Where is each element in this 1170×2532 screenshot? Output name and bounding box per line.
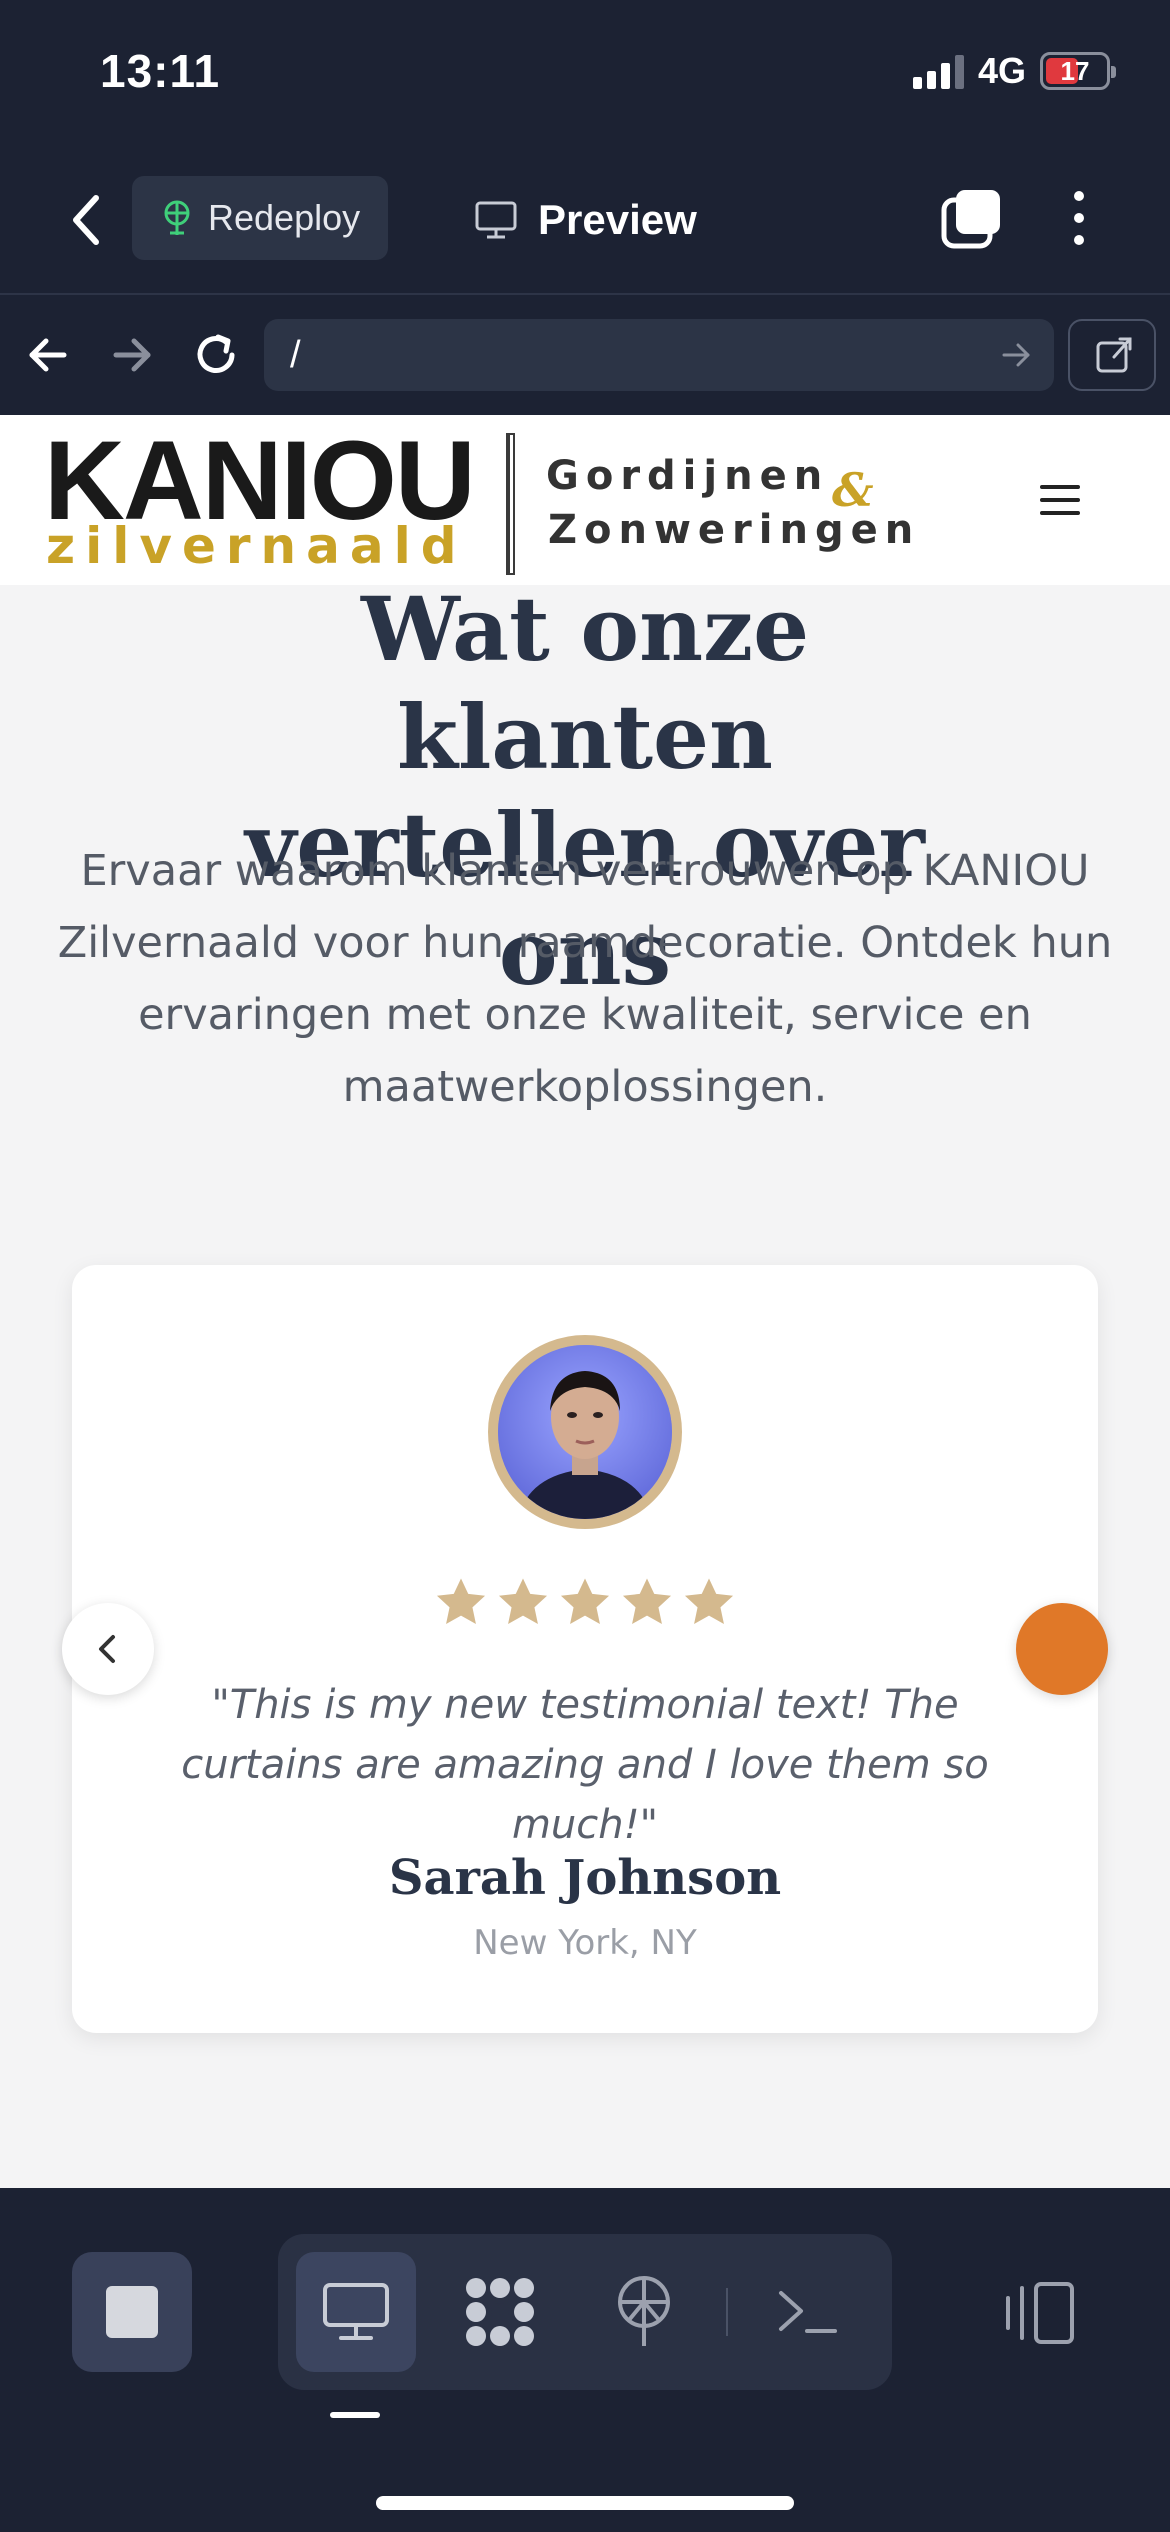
signal-icon (912, 53, 964, 89)
chevron-left-icon (99, 1635, 115, 1663)
star-icon (498, 1578, 548, 1624)
logo-sub-text: zilvernaald (46, 517, 467, 575)
status-time: 13:11 (100, 45, 221, 97)
star-icon (684, 1578, 734, 1624)
url-text: / (290, 333, 301, 376)
stop-button[interactable] (72, 2252, 192, 2372)
open-external-button[interactable] (1068, 319, 1156, 391)
apps-grid-icon (466, 2278, 534, 2346)
stop-icon (106, 2286, 158, 2338)
testimonial-quote: "This is my new testimonial text! The cu… (181, 1682, 989, 1848)
more-options-icon[interactable] (1064, 186, 1094, 250)
home-indicator[interactable] (376, 2496, 794, 2510)
desktop-tool-button[interactable] (296, 2252, 416, 2372)
monitor-icon (475, 201, 517, 239)
preview-tab[interactable]: Preview (474, 190, 697, 250)
terminal-icon (779, 2291, 837, 2333)
deploy-icon (164, 200, 190, 235)
customer-location: New York, NY (473, 1923, 697, 1963)
apps-tool-button[interactable] (440, 2252, 560, 2372)
redeploy-label: Redeploy (208, 197, 361, 238)
url-input[interactable]: / (264, 319, 1054, 391)
deploy-tool-button[interactable] (584, 2252, 704, 2372)
customer-name: Sarah Johnson (388, 1850, 782, 1906)
logo-divider (506, 433, 515, 575)
star-icon (560, 1578, 610, 1624)
logo-tagline-2: Zonweringen (548, 507, 921, 553)
deploy-tree-icon (618, 2276, 670, 2346)
reload-icon[interactable] (186, 325, 246, 385)
hamburger-menu-icon[interactable] (1040, 485, 1080, 515)
tool-switcher (278, 2234, 892, 2390)
star-icon (622, 1578, 672, 1624)
status-indicators: 4G 17 (912, 50, 1116, 92)
desktop-icon (323, 2283, 389, 2340)
battery-level: 17 (1060, 55, 1090, 86)
go-arrow-icon[interactable] (996, 335, 1036, 375)
external-link-icon (1096, 337, 1132, 373)
redeploy-button[interactable]: Redeploy (132, 176, 389, 260)
section-intro: Ervaar waarom klanten vertrouwen op KANI… (57, 846, 1113, 1112)
arrow-left-icon[interactable] (18, 325, 78, 385)
previous-testimonial-button[interactable] (62, 1603, 154, 1695)
browser-url-bar: / (0, 297, 1170, 415)
terminal-tool-button[interactable] (748, 2252, 868, 2372)
active-tab-indicator (330, 2412, 380, 2418)
preview-label: Preview (538, 196, 697, 243)
testimonial-card: "This is my new testimonial text! The cu… (72, 1265, 1098, 2033)
website-preview: KANIOU zilvernaald Gordijnen & Zonwering… (0, 415, 1170, 2188)
status-bar: 13:11 4G 17 (0, 0, 1170, 150)
logo-tagline-1: Gordijnen (546, 453, 830, 499)
site-header: KANIOU zilvernaald Gordijnen & Zonwering… (0, 415, 1170, 585)
bottom-toolbar (0, 2188, 1170, 2532)
rating-stars (72, 1575, 1098, 1631)
customer-avatar (488, 1335, 682, 1529)
network-label: 4G (977, 50, 1026, 91)
toolbar-separator (726, 2288, 728, 2336)
panels-icon[interactable] (1000, 2278, 1080, 2348)
tabs-icon[interactable] (940, 186, 1004, 250)
arrow-right-icon[interactable] (102, 325, 162, 385)
star-icon (436, 1578, 486, 1624)
next-testimonial-button[interactable] (1016, 1603, 1108, 1695)
battery-icon: 17 (1040, 52, 1116, 90)
back-icon[interactable] (62, 190, 112, 250)
app-header: Redeploy Preview (0, 150, 1170, 295)
